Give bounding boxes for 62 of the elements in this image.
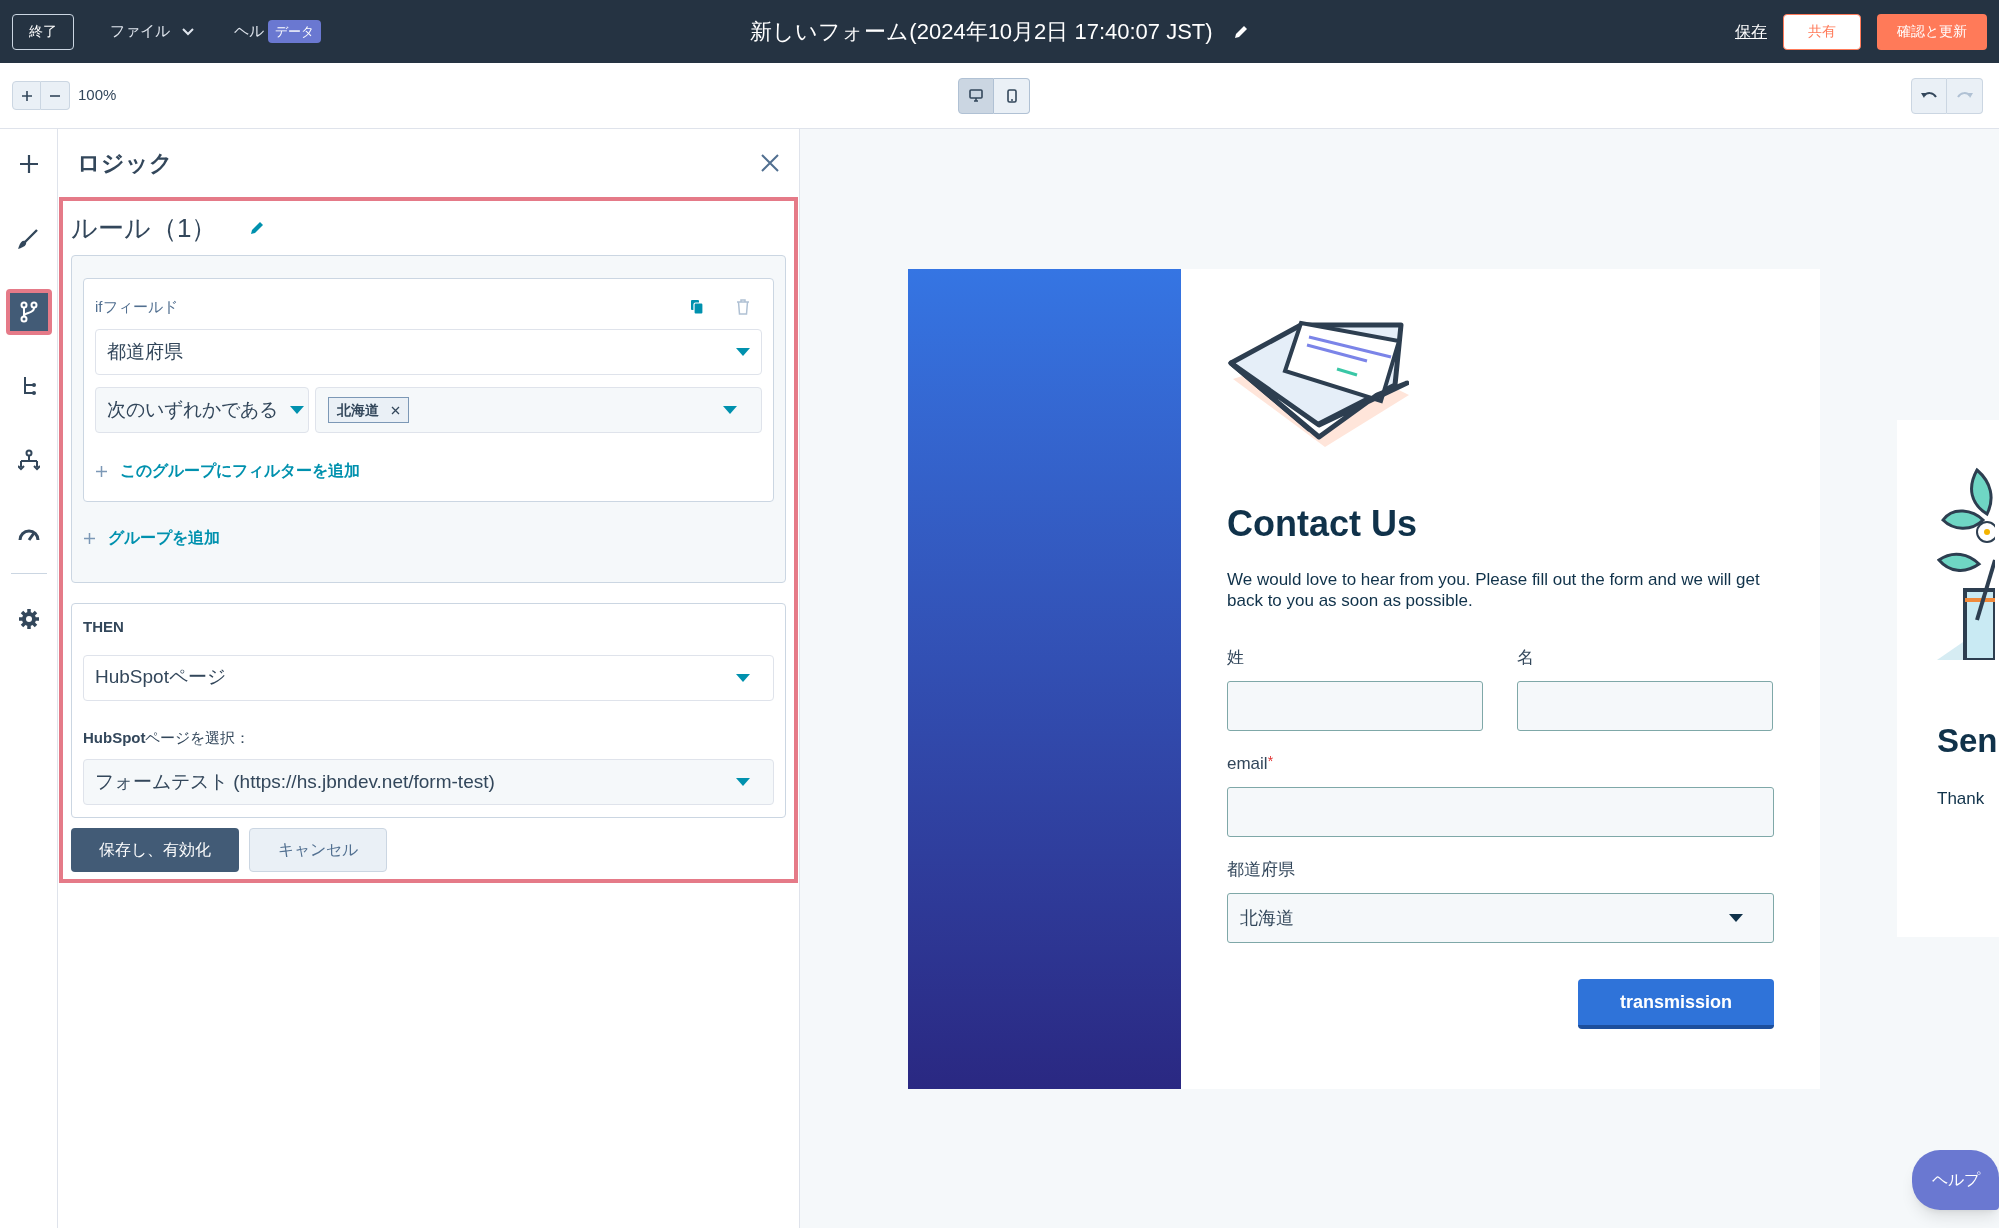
if-field-label: ifフィールド — [95, 296, 178, 317]
field-label: 姓 — [1227, 647, 1244, 667]
plus-icon — [83, 531, 96, 545]
undo-button[interactable] — [1911, 77, 1947, 114]
chevron-down-icon — [182, 27, 194, 36]
save-activate-button[interactable]: 保存し、有効化 — [71, 828, 239, 872]
field-label: email — [1227, 753, 1268, 773]
add-filter-link[interactable]: このグループにフィルターを追加 — [95, 459, 762, 483]
rule-title: ルール（1） — [71, 211, 218, 245]
plus-icon — [95, 464, 108, 478]
caret-icon — [736, 778, 750, 786]
submit-button[interactable]: transmission — [1578, 979, 1774, 1029]
input-field[interactable] — [1517, 681, 1773, 731]
form-description: We would love to hear from you. Please fill out the form and we will get back to you as soon as possible. — [1227, 569, 1761, 611]
value-tag: 北海道 — [328, 397, 409, 423]
operator-dropdown[interactable]: 次のいずれかである — [95, 387, 309, 433]
zoom-out-button[interactable] — [41, 81, 70, 110]
field-dropdown[interactable]: 都道府県 — [95, 329, 762, 375]
zoom-level: 100% — [78, 85, 117, 106]
phone-icon — [1006, 88, 1017, 103]
field-label: 都道府県 — [1227, 859, 1295, 879]
then-label: THEN — [83, 617, 125, 637]
input-field[interactable] — [1227, 681, 1483, 731]
exit-button[interactable]: 終了 — [12, 13, 74, 50]
close-icon[interactable] — [391, 405, 400, 415]
help-button[interactable]: ヘルプ — [1912, 1150, 1999, 1210]
page-dropdown[interactable]: フォームテスト (https://hs.jbndev.net/form-test) — [83, 759, 774, 805]
menu-item[interactable]: ヘル — [234, 20, 264, 43]
form-title: 新しいフォーム(2024年10月2日 17:40:07 JST) — [750, 18, 1213, 46]
action-dropdown[interactable]: HubSpotページ — [83, 654, 774, 701]
caret-icon — [736, 348, 750, 356]
monitor-icon — [969, 89, 983, 102]
required-mark: * — [1267, 752, 1274, 771]
menu-item[interactable]: ファイル — [110, 20, 194, 43]
panel-title: ロジック — [77, 148, 173, 178]
thank-you-text: Thank — [1937, 787, 1986, 810]
device-toggle[interactable] — [994, 77, 1030, 114]
brush-icon — [17, 227, 40, 249]
device-toggle[interactable] — [958, 77, 994, 114]
sidebar-tool[interactable] — [5, 289, 52, 335]
caret-icon — [736, 673, 750, 682]
caret-icon — [1729, 914, 1743, 922]
form-heading: Contact Us — [1227, 502, 1419, 546]
values-field[interactable]: 北海道 — [315, 387, 762, 433]
cancel-button[interactable]: キャンセル — [249, 828, 387, 872]
copy-icon[interactable] — [690, 299, 704, 315]
select-field[interactable]: 北海道 — [1227, 893, 1774, 943]
plus-icon — [20, 89, 33, 102]
caret-icon — [290, 406, 304, 414]
hierarchy-icon — [17, 449, 40, 471]
page-select-label: HubSpotページを選択： — [83, 727, 252, 748]
settings-icon — [17, 608, 40, 630]
save-link[interactable]: 保存 — [1735, 19, 1767, 44]
thank-you-heading: Sen — [1937, 721, 1999, 761]
pencil-icon[interactable] — [1232, 23, 1249, 40]
close-icon[interactable] — [760, 153, 780, 173]
plus-icon — [17, 153, 40, 175]
zoom-in-button[interactable] — [12, 81, 41, 110]
data-badge: データ — [268, 19, 321, 44]
field-label: 名 — [1517, 647, 1534, 667]
caret-icon — [723, 406, 737, 414]
input-field[interactable] — [1227, 787, 1774, 837]
